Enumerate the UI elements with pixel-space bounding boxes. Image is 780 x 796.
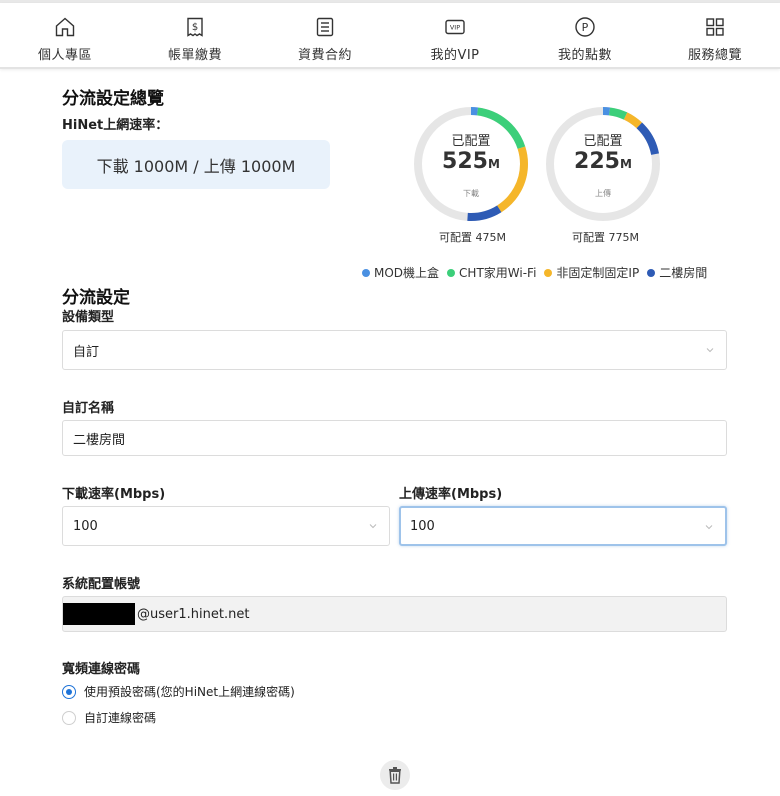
- chevron-down-icon: [706, 348, 714, 353]
- nav-item-contract[interactable]: 資費合約: [260, 3, 390, 67]
- password-option-custom[interactable]: 自訂連線密碼: [62, 709, 156, 726]
- nav-label: 服務總覽: [687, 48, 742, 63]
- hinet-speed-box: 下載 1000M / 上傳 1000M: [62, 140, 330, 189]
- donut-title: 已配置: [583, 134, 623, 149]
- upload-available-caption: 可配置 775M: [572, 231, 639, 244]
- upload-donut: 已配置 225M 上傳: [543, 104, 663, 224]
- legend-label: MOD機上盒: [374, 266, 440, 280]
- bill-dollar-icon: $: [187, 17, 203, 37]
- legend-label: 二樓房間: [659, 266, 708, 280]
- hinet-speed-label: HiNet上網速率：: [62, 118, 169, 133]
- legend-dot: [544, 268, 553, 277]
- upload-rate-select[interactable]: 100: [399, 506, 727, 546]
- legend-item-fixed-ip: 非固定制固定IP: [544, 264, 639, 281]
- device-type-value: 自訂: [73, 344, 100, 360]
- donut-title: 已配置: [451, 134, 491, 149]
- system-account-value: @user1.hinet.net: [137, 606, 250, 622]
- nav-item-personal[interactable]: 個人專區: [0, 3, 130, 67]
- custom-name-input[interactable]: 二樓房間: [62, 420, 727, 456]
- points-p-icon: P: [575, 17, 595, 37]
- split-settings-title: 分流設定: [62, 288, 130, 308]
- nav-label: 帳單繳費: [167, 48, 222, 63]
- donut-value: 225: [574, 149, 620, 174]
- legend-dot: [362, 268, 370, 277]
- donut-unit: M: [487, 157, 500, 171]
- vip-icon: VIP: [445, 19, 465, 35]
- download-rate-value: 100: [73, 518, 98, 534]
- device-type-select[interactable]: 自訂: [62, 330, 727, 370]
- donut-value: 525: [442, 149, 488, 174]
- legend-label: 非固定制固定IP: [556, 266, 640, 280]
- download-rate-select[interactable]: 100: [62, 506, 390, 546]
- upload-rate-value: 100: [410, 518, 435, 534]
- password-option-default[interactable]: 使用預設密碼(您的HiNet上網連線密碼): [62, 683, 295, 700]
- nav-item-points[interactable]: P 我的點數: [520, 3, 650, 67]
- overview-title: 分流設定總覽: [62, 89, 164, 109]
- svg-text:$: $: [192, 22, 198, 33]
- nav-label: 我的點數: [557, 48, 612, 63]
- download-available-caption: 可配置 475M: [439, 231, 506, 244]
- password-option-custom-label: 自訂連線密碼: [84, 711, 157, 725]
- svg-text:P: P: [582, 21, 589, 34]
- delete-button[interactable]: [380, 760, 410, 790]
- password-option-default-label: 使用預設密碼(您的HiNet上網連線密碼): [84, 685, 295, 699]
- radio-selected[interactable]: [62, 684, 76, 699]
- home-icon: [55, 17, 75, 37]
- chevron-down-icon: [705, 525, 713, 530]
- nav-item-bill[interactable]: $ 帳單繳費: [130, 3, 260, 67]
- donut-sub: 上傳: [595, 189, 611, 198]
- donut-center: 已配置 525M 下載: [411, 104, 531, 224]
- nav-item-services[interactable]: 服務總覽: [650, 3, 780, 67]
- custom-name-label: 自訂名稱: [62, 401, 115, 416]
- legend-dot: [447, 268, 456, 277]
- donut-value-wrap: 525M: [411, 149, 531, 174]
- nav-label: 我的VIP: [430, 48, 480, 63]
- grid-services-icon: [706, 18, 724, 36]
- device-type-label: 設備類型: [62, 310, 115, 325]
- trash-icon: [389, 767, 401, 784]
- redacted-account-block: [63, 603, 135, 625]
- donut-value-wrap: 225M: [543, 149, 663, 174]
- legend-item-room: 二樓房間: [647, 264, 707, 281]
- donut-legend: MOD機上盒 CHT家用Wi-Fi 非固定制固定IP 二樓房間: [362, 264, 707, 281]
- system-account-field: @user1.hinet.net: [62, 596, 727, 632]
- nav-label: 資費合約: [297, 48, 352, 63]
- broadband-password-label: 寬頻連線密碼: [62, 662, 141, 677]
- top-nav: 個人專區 $ 帳單繳費 資費合約 VIP 我的VIP P 我的點數 服務總覽: [0, 3, 780, 69]
- radio-unselected[interactable]: [62, 710, 76, 725]
- chevron-down-icon: [369, 524, 377, 529]
- upload-rate-label: 上傳速率(Mbps): [399, 487, 503, 502]
- legend-label: CHT家用Wi-Fi: [459, 266, 537, 280]
- download-donut: 已配置 525M 下載: [411, 104, 531, 224]
- custom-name-value: 二樓房間: [73, 432, 126, 448]
- legend-dot: [647, 268, 656, 277]
- nav-item-vip[interactable]: VIP 我的VIP: [390, 3, 520, 67]
- legend-item-mod: MOD機上盒: [362, 264, 439, 281]
- download-rate-label: 下載速率(Mbps): [62, 487, 166, 502]
- svg-text:VIP: VIP: [450, 24, 460, 32]
- legend-item-wifi: CHT家用Wi-Fi: [447, 264, 536, 281]
- donut-center: 已配置 225M 上傳: [543, 104, 663, 224]
- donut-sub: 下載: [463, 189, 479, 198]
- hinet-speed-value: 下載 1000M / 上傳 1000M: [96, 156, 296, 176]
- nav-label: 個人專區: [37, 48, 92, 63]
- donut-unit: M: [619, 157, 632, 171]
- system-account-label: 系統配置帳號: [62, 577, 141, 592]
- contract-list-icon: [316, 17, 334, 37]
